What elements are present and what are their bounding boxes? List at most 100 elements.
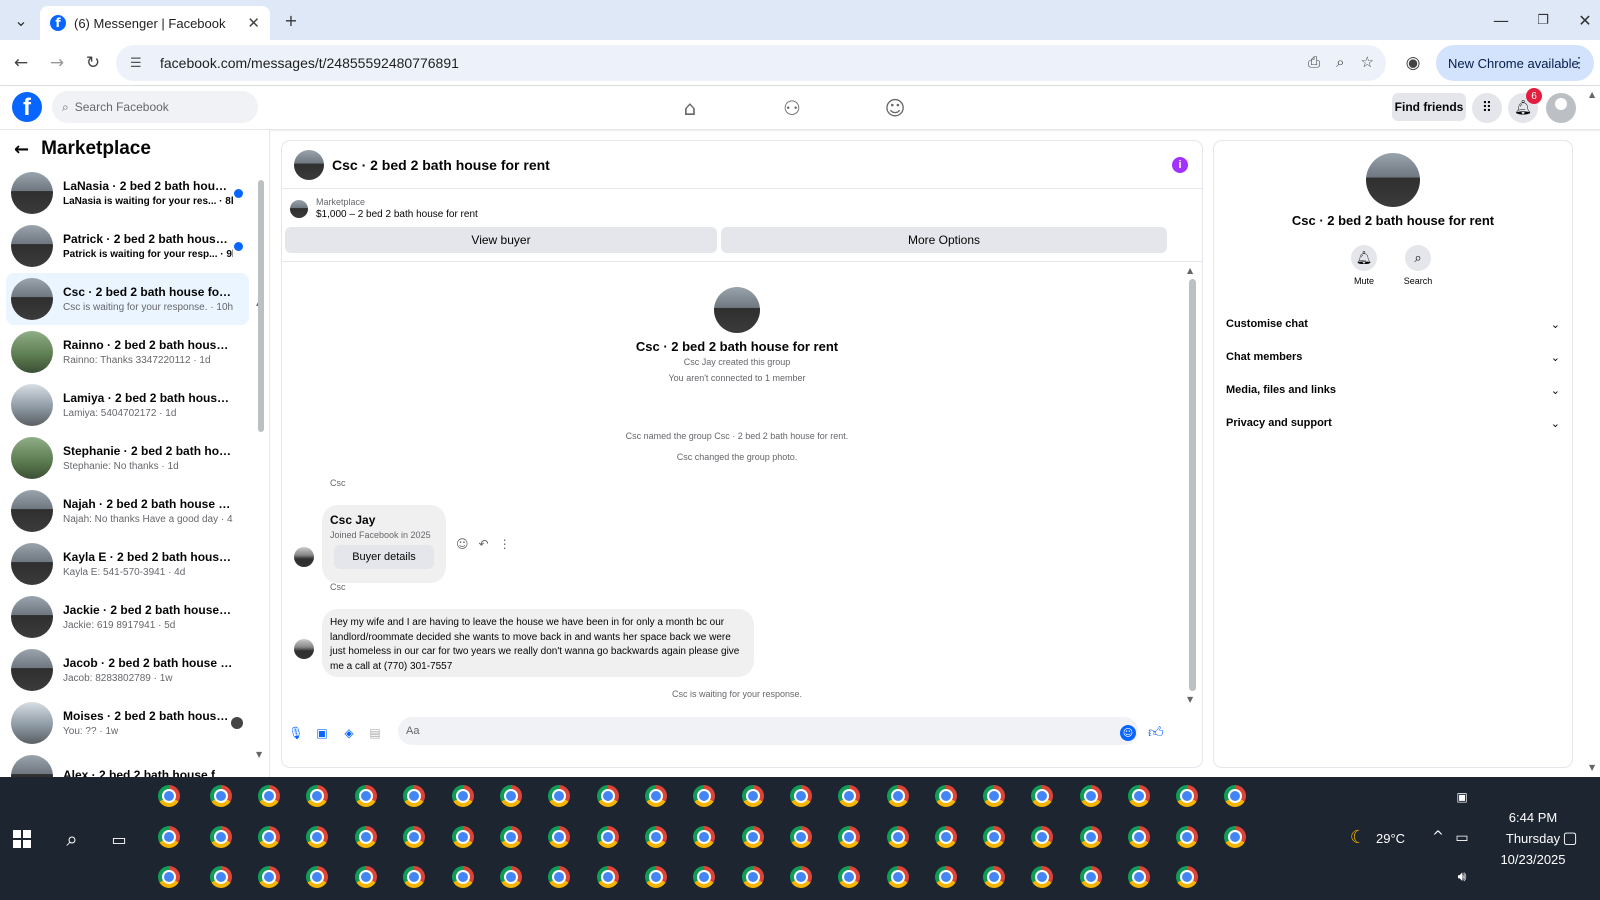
- close-window-icon[interactable]: ✕: [1572, 8, 1598, 32]
- chrome-taskbar-icon[interactable]: [303, 823, 331, 851]
- system-tray-icon[interactable]: ▣: [1448, 783, 1476, 811]
- conversation-item[interactable]: Najah · 2 bed 2 bath house for ... Najah:…: [6, 485, 249, 537]
- emoji-icon[interactable]: ☺: [1120, 725, 1136, 741]
- more-icon[interactable]: ⋮: [499, 537, 511, 551]
- back-arrow-icon[interactable]: ←: [14, 139, 29, 160]
- find-friends-button[interactable]: Find friends: [1392, 93, 1466, 121]
- volume-icon[interactable]: 🔊︎: [1448, 863, 1476, 891]
- chrome-taskbar-icon[interactable]: [690, 823, 718, 851]
- chrome-taskbar-icon[interactable]: [739, 782, 767, 810]
- scroll-up-icon[interactable]: ▲: [1187, 266, 1193, 275]
- chrome-taskbar-icon[interactable]: [932, 823, 960, 851]
- tab-search-icon[interactable]: ⌄: [8, 8, 34, 32]
- conversation-item[interactable]: Jacob · 2 bed 2 bath house for r... Jacob…: [6, 644, 249, 696]
- friends-icon[interactable]: ⚇: [777, 94, 807, 122]
- chrome-taskbar-icon[interactable]: [1221, 823, 1249, 851]
- chrome-taskbar-icon[interactable]: [690, 782, 718, 810]
- more-options-button[interactable]: More Options: [721, 227, 1167, 253]
- chrome-taskbar-icon[interactable]: [835, 782, 863, 810]
- media-files-links-section[interactable]: Media, files and links ⌄: [1226, 378, 1560, 402]
- message-input[interactable]: Aa: [398, 717, 1138, 745]
- chrome-taskbar-icon[interactable]: [545, 823, 573, 851]
- chrome-taskbar-icon[interactable]: [1028, 823, 1056, 851]
- chrome-taskbar-icon[interactable]: [1173, 823, 1201, 851]
- chrome-menu-icon[interactable]: ⋮: [1572, 54, 1586, 71]
- chrome-taskbar-icon[interactable]: [980, 823, 1008, 851]
- chrome-taskbar-icon[interactable]: [303, 863, 331, 891]
- chat-title[interactable]: Csc · 2 bed 2 bath house for rent: [332, 157, 550, 173]
- chrome-taskbar-icon[interactable]: [594, 823, 622, 851]
- chrome-taskbar-icon[interactable]: [155, 782, 183, 810]
- home-icon[interactable]: ⌂: [675, 94, 705, 122]
- mute-button[interactable]: 🔔︎ Mute: [1334, 245, 1394, 286]
- chrome-taskbar-icon[interactable]: [352, 823, 380, 851]
- chrome-taskbar-icon[interactable]: [545, 863, 573, 891]
- conversation-item[interactable]: LaNasia · 2 bed 2 bath house ... LaNasia …: [6, 167, 249, 219]
- chrome-taskbar-icon[interactable]: [1173, 863, 1201, 891]
- chrome-taskbar-icon[interactable]: [400, 782, 428, 810]
- info-icon[interactable]: i: [1172, 157, 1188, 173]
- search-in-chat-button[interactable]: ⌕ Search: [1388, 245, 1448, 286]
- chrome-taskbar-icon[interactable]: [255, 782, 283, 810]
- buyer-details-button[interactable]: Buyer details: [334, 545, 434, 569]
- chrome-taskbar-icon[interactable]: [1077, 782, 1105, 810]
- page-scroll-up-icon[interactable]: ▲: [1589, 90, 1595, 99]
- chrome-taskbar-icon[interactable]: [255, 823, 283, 851]
- chrome-taskbar-icon[interactable]: [497, 782, 525, 810]
- menu-grid-icon[interactable]: ⠿: [1472, 93, 1502, 123]
- chrome-taskbar-icon[interactable]: [1125, 823, 1153, 851]
- weather-icon[interactable]: ☾: [1344, 823, 1372, 851]
- chrome-taskbar-icon[interactable]: [1173, 782, 1201, 810]
- notifications-icon[interactable]: ▢: [1556, 823, 1584, 851]
- chrome-taskbar-icon[interactable]: [400, 823, 428, 851]
- profile-icon[interactable]: ◉: [1400, 50, 1426, 76]
- reload-icon[interactable]: ↻: [80, 50, 106, 76]
- address-bar[interactable]: ☰ facebook.com/messages/t/24855592480776…: [116, 45, 1386, 81]
- clock-date[interactable]: 10/23/2025: [1488, 852, 1578, 867]
- view-buyer-button[interactable]: View buyer: [285, 227, 717, 253]
- chrome-taskbar-icon[interactable]: [400, 863, 428, 891]
- chrome-taskbar-icon[interactable]: [155, 863, 183, 891]
- start-icon[interactable]: [8, 825, 36, 853]
- attach-photo-icon[interactable]: ▣: [314, 725, 330, 741]
- microphone-icon[interactable]: 🎙︎: [288, 725, 304, 741]
- chrome-taskbar-icon[interactable]: [352, 863, 380, 891]
- conversation-item[interactable]: Csc · 2 bed 2 bath house for rent Csc is …: [6, 273, 249, 325]
- chrome-taskbar-icon[interactable]: [497, 823, 525, 851]
- privacy-support-section[interactable]: Privacy and support ⌄: [1226, 411, 1560, 435]
- chrome-taskbar-icon[interactable]: [303, 782, 331, 810]
- site-info-icon[interactable]: ☰: [130, 56, 150, 71]
- chrome-taskbar-icon[interactable]: [642, 863, 670, 891]
- chrome-taskbar-icon[interactable]: [884, 823, 912, 851]
- chrome-taskbar-icon[interactable]: [1077, 863, 1105, 891]
- sender-avatar[interactable]: [294, 547, 314, 567]
- chrome-taskbar-icon[interactable]: [835, 823, 863, 851]
- conversation-item[interactable]: Moises · 2 bed 2 bath house f... You: ?? …: [6, 697, 249, 749]
- chrome-taskbar-icon[interactable]: [449, 863, 477, 891]
- chat-scrollbar[interactable]: [1189, 279, 1196, 691]
- chrome-taskbar-icon[interactable]: [207, 823, 235, 851]
- conversation-item[interactable]: Kayla E · 2 bed 2 bath house for... Kayla…: [6, 538, 249, 590]
- thumbs-up-icon[interactable]: 👍︎: [1148, 723, 1164, 742]
- sticker-icon[interactable]: ◈: [341, 725, 357, 741]
- chrome-taskbar-icon[interactable]: [207, 863, 235, 891]
- conversation-item[interactable]: Rainno · 2 bed 2 bath house for... Rainno…: [6, 326, 249, 378]
- chrome-taskbar-icon[interactable]: [1028, 863, 1056, 891]
- chrome-taskbar-icon[interactable]: [787, 823, 815, 851]
- sender-avatar[interactable]: [294, 639, 314, 659]
- chrome-taskbar-icon[interactable]: [835, 863, 863, 891]
- chrome-taskbar-icon[interactable]: [690, 863, 718, 891]
- chrome-taskbar-icon[interactable]: [932, 782, 960, 810]
- chrome-taskbar-icon[interactable]: [1221, 782, 1249, 810]
- chrome-taskbar-icon[interactable]: [787, 863, 815, 891]
- chat-info-avatar[interactable]: [1366, 153, 1420, 207]
- install-app-icon[interactable]: ⎙: [1308, 53, 1320, 71]
- chrome-taskbar-icon[interactable]: [642, 782, 670, 810]
- forward-icon[interactable]: →: [44, 50, 70, 76]
- chrome-taskbar-icon[interactable]: [1125, 782, 1153, 810]
- chat-avatar[interactable]: [294, 149, 324, 180]
- chrome-taskbar-icon[interactable]: [207, 782, 235, 810]
- reply-icon[interactable]: ↶: [479, 537, 489, 551]
- bookmark-star-icon[interactable]: ☆: [1361, 53, 1374, 71]
- chrome-taskbar-icon[interactable]: [255, 863, 283, 891]
